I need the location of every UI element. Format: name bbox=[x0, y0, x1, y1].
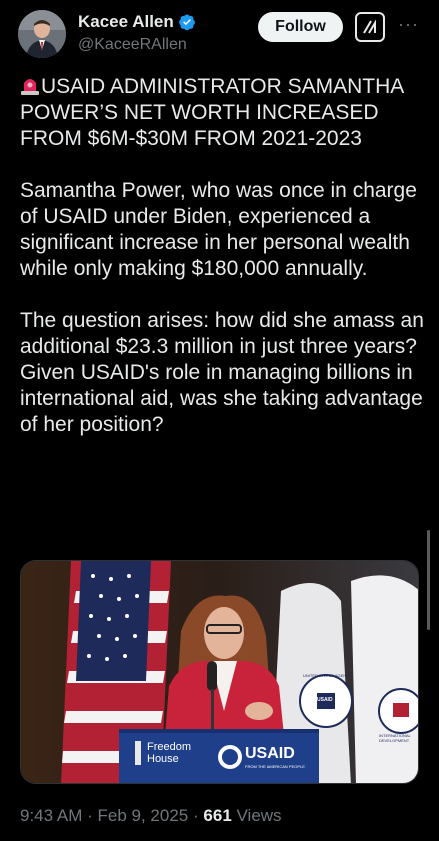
podium-usaid-logo: USAID bbox=[245, 745, 295, 762]
podium-left-label-2: House bbox=[147, 753, 179, 765]
tweet-meta: 9:43 AM · Feb 9, 2025 · 661 Views bbox=[20, 806, 282, 826]
tweet-header: Kacee Allen @KaceeRAllen Follow ··· bbox=[0, 0, 439, 70]
flag-usaid-label: USAID bbox=[317, 697, 333, 703]
tweet-date[interactable]: Feb 9, 2025 bbox=[98, 806, 189, 825]
meta-separator: · bbox=[193, 806, 199, 825]
tweet-headline: USAID ADMINISTRATOR SAMANTHA POWER’S NET… bbox=[20, 75, 404, 150]
more-options-icon[interactable]: ··· bbox=[398, 14, 419, 35]
flag-seal-text-2: INTERNATIONAL DEVELOPMENT bbox=[379, 733, 411, 743]
siren-emoji-icon bbox=[20, 74, 40, 96]
author-handle[interactable]: @KaceeRAllen bbox=[78, 36, 187, 54]
tweet-time[interactable]: 9:43 AM bbox=[20, 806, 82, 825]
tweet-text: USAID ADMINISTRATOR SAMANTHA POWER’S NET… bbox=[20, 74, 425, 438]
follow-button[interactable]: Follow bbox=[258, 12, 343, 42]
grok-icon[interactable] bbox=[355, 12, 385, 42]
author-avatar[interactable] bbox=[18, 10, 66, 58]
author-display-name[interactable]: Kacee Allen bbox=[78, 12, 174, 32]
flag-seal-text-1: UNITED STATES AGENCY bbox=[303, 673, 352, 678]
tweet-media-image[interactable]: Freedom House USAID FROM THE AMERICAN PE… bbox=[20, 560, 419, 784]
scrollbar[interactable] bbox=[427, 530, 430, 630]
views-count: 661 bbox=[203, 806, 232, 825]
verified-badge-icon bbox=[178, 13, 196, 31]
podium-left-label-1: Freedom bbox=[147, 741, 192, 753]
podium-freedom-house-logo: Freedom House bbox=[147, 741, 191, 765]
podium-usaid-subtitle: FROM THE AMERICAN PEOPLE bbox=[245, 764, 305, 769]
meta-separator: · bbox=[87, 806, 93, 825]
author-name-row: Kacee Allen bbox=[78, 12, 196, 32]
tweet-paragraph-1: Samantha Power, who was once in charge o… bbox=[20, 179, 417, 280]
tweet-paragraph-2: The question arises: how did she amass a… bbox=[20, 309, 424, 436]
avatar-image bbox=[18, 10, 66, 58]
views-label: Views bbox=[236, 806, 282, 825]
